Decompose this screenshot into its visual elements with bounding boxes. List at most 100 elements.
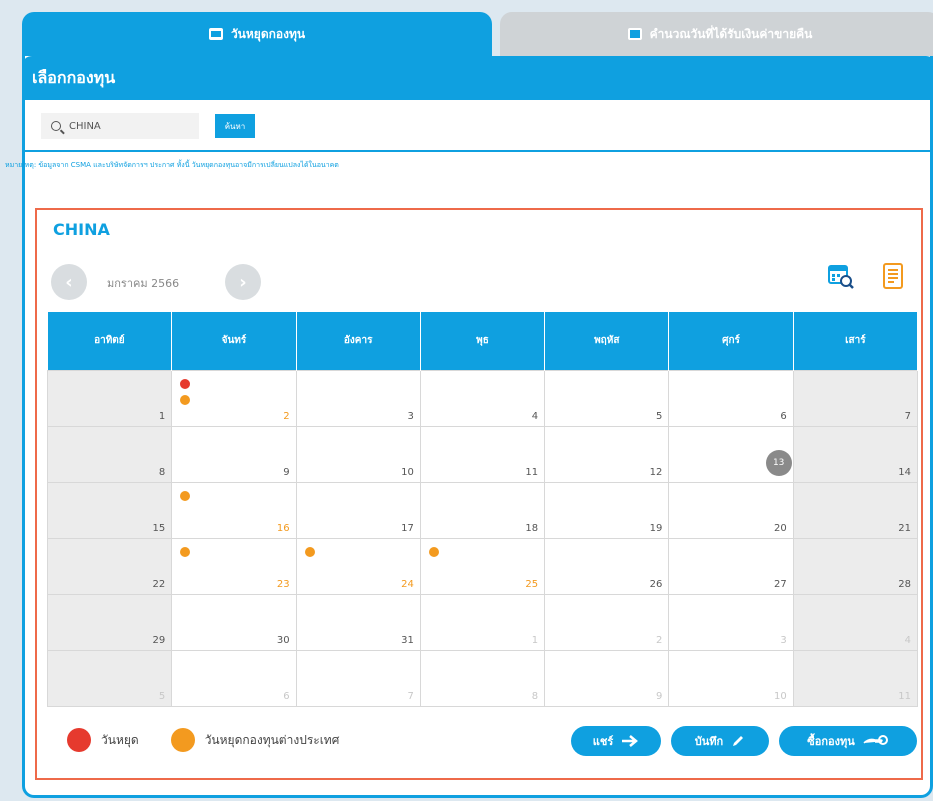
day-number: 9 (656, 690, 663, 702)
document-icon[interactable] (879, 262, 907, 290)
day-number: 3 (780, 634, 787, 646)
day-number: 4 (904, 634, 911, 646)
weekday-header: จันทร์ (171, 312, 297, 370)
day-number: 6 (780, 410, 787, 422)
calendar-day-cell[interactable]: 6 (668, 369, 794, 427)
calendar-day-cell[interactable]: 28 (792, 537, 919, 595)
calendar-day-cell[interactable]: 26 (544, 537, 670, 595)
calendar-day-cell[interactable]: 24 (295, 537, 421, 595)
buy-fund-button-label: ซื้อกองทุน (807, 735, 855, 748)
calendar-day-cell[interactable]: 2 (544, 593, 670, 651)
weekday-header: พุธ (420, 312, 546, 370)
day-number: 24 (401, 578, 414, 590)
calendar-day-cell[interactable]: 10 (295, 425, 421, 483)
calendar-day-cell[interactable]: 8 (419, 649, 546, 707)
foreign-holiday-dot-icon (170, 728, 195, 752)
calendar-day-cell[interactable]: 5 (46, 649, 173, 707)
calendar-day-cell[interactable]: 9 (171, 425, 297, 483)
day-number: 8 (158, 466, 166, 478)
calendar-day-cell[interactable]: 30 (171, 593, 297, 651)
calendar-day-cell[interactable]: 2 (171, 369, 297, 427)
calendar-day-cell[interactable]: 29 (46, 593, 173, 651)
foreign-holiday-dot-icon (180, 546, 191, 557)
calendar-day-cell[interactable]: 31 (295, 593, 421, 651)
day-number: 22 (152, 578, 166, 590)
search-input[interactable]: CHINA (41, 113, 199, 139)
calendar-day-cell[interactable]: 23 (171, 537, 297, 595)
calendar-day-cell[interactable]: 6 (171, 649, 297, 707)
calendar-day-cell[interactable]: 22 (46, 537, 173, 595)
search-icon (51, 121, 61, 131)
calendar-day-cell[interactable]: 15 (46, 481, 173, 539)
save-button[interactable]: บันทึก (671, 726, 769, 756)
month-label: มกราคม 2566 (107, 277, 180, 290)
calendar-day-cell[interactable]: 27 (668, 537, 794, 595)
legend: วันหยุด วันหยุดกองทุนต่างประเทศ (67, 728, 357, 752)
calendar-week-row: 8 9 10 11 12 13 14 (46, 425, 919, 483)
calendar-day-cell[interactable]: 13 (668, 425, 794, 483)
day-number: 19 (649, 522, 663, 534)
day-number: 23 (276, 578, 290, 590)
day-number: 12 (649, 466, 663, 478)
foreign-holiday-dot-icon (428, 546, 439, 557)
calendar-day-cell[interactable]: 10 (668, 649, 794, 707)
legend-foreign-holiday: วันหยุดกองทุนต่างประเทศ (170, 728, 339, 752)
chevron-right-icon: › (239, 271, 247, 293)
calendar-day-cell[interactable]: 25 (419, 537, 546, 595)
day-number: 7 (904, 410, 911, 422)
calendar-day-cell[interactable]: 17 (295, 481, 421, 539)
calendar-day-cell[interactable]: 4 (792, 593, 919, 651)
tab-fund-holidays[interactable]: วันหยุดกองทุน (22, 12, 492, 56)
calendar-day-cell[interactable]: 20 (668, 481, 794, 539)
share-button[interactable]: แชร์ (571, 726, 661, 756)
calendar-week-row: 15 16 17 18 19 20 21 (46, 481, 919, 539)
next-month-button[interactable]: › (225, 264, 261, 300)
prev-month-button[interactable]: ‹ (51, 264, 87, 300)
calendar-day-cell[interactable]: 1 (419, 593, 546, 651)
calendar-day-cell[interactable]: 7 (295, 649, 421, 707)
day-number: 4 (531, 410, 539, 422)
tab-redemption-calculator[interactable]: คำนวณวันที่ได้รับเงินค่าขายคืน (500, 12, 933, 56)
day-number: 10 (401, 466, 414, 478)
search-input-value: CHINA (69, 120, 101, 132)
fund-holiday-panel: เลือกกองทุน CHINA ค้นหา หมายเหตุ: ข้อมูล… (5, 56, 933, 798)
tab-redemption-calculator-label: คำนวณวันที่ได้รับเงินค่าขายคืน (649, 26, 813, 41)
buy-fund-button[interactable]: ซื้อกองทุน (779, 726, 917, 756)
calendar-week-row: 22 23 24 25 26 27 28 (46, 537, 919, 595)
day-number: 1 (531, 634, 539, 646)
calendar-day-cell[interactable]: 1 (46, 369, 173, 427)
day-number: 25 (525, 578, 539, 590)
calendar-day-cell[interactable]: 16 (171, 481, 297, 539)
holiday-dot-icon (67, 728, 91, 752)
tab-bar: วันหยุดกองทุน คำนวณวันที่ได้รับเงินค่าขา… (22, 12, 933, 56)
search-button[interactable]: ค้นหา (215, 114, 255, 138)
calendar-day-cell[interactable]: 5 (544, 369, 670, 427)
day-number: 15 (152, 522, 166, 534)
weekday-header: เสาร์ (793, 312, 919, 370)
calendar-day-cell[interactable]: 11 (419, 425, 546, 483)
day-number: 6 (283, 690, 290, 702)
weekday-header: ศุกร์ (668, 312, 794, 370)
foreign-holiday-dot-icon (180, 490, 191, 501)
note-text: หมายเหตุ: ข้อมูลจาก CSMA และบริษัทจัดการ… (5, 161, 339, 169)
fund-name: CHINA (53, 220, 110, 239)
day-number: 28 (898, 578, 911, 590)
calendar-day-cell[interactable]: 12 (544, 425, 670, 483)
calendar-day-cell[interactable]: 11 (792, 649, 919, 707)
calendar-day-cell[interactable]: 14 (792, 425, 919, 483)
weekday-header: อังคาร (296, 312, 421, 370)
calendar-day-cell[interactable]: 21 (792, 481, 919, 539)
edit-icon (627, 28, 642, 40)
day-number: 20 (773, 522, 787, 534)
day-number: 8 (531, 690, 539, 702)
calendar-search-icon[interactable] (827, 262, 855, 290)
calendar-day-cell[interactable]: 7 (792, 369, 919, 427)
calendar-day-cell[interactable]: 8 (46, 425, 173, 483)
calendar-day-cell[interactable]: 4 (419, 369, 546, 427)
calendar-day-cell[interactable]: 19 (544, 481, 670, 539)
calendar-day-cell[interactable]: 9 (544, 649, 670, 707)
calendar-day-cell[interactable]: 18 (419, 481, 546, 539)
calendar-day-cell[interactable]: 3 (295, 369, 421, 427)
calendar-day-cell[interactable]: 3 (668, 593, 794, 651)
day-number: 18 (525, 522, 539, 534)
